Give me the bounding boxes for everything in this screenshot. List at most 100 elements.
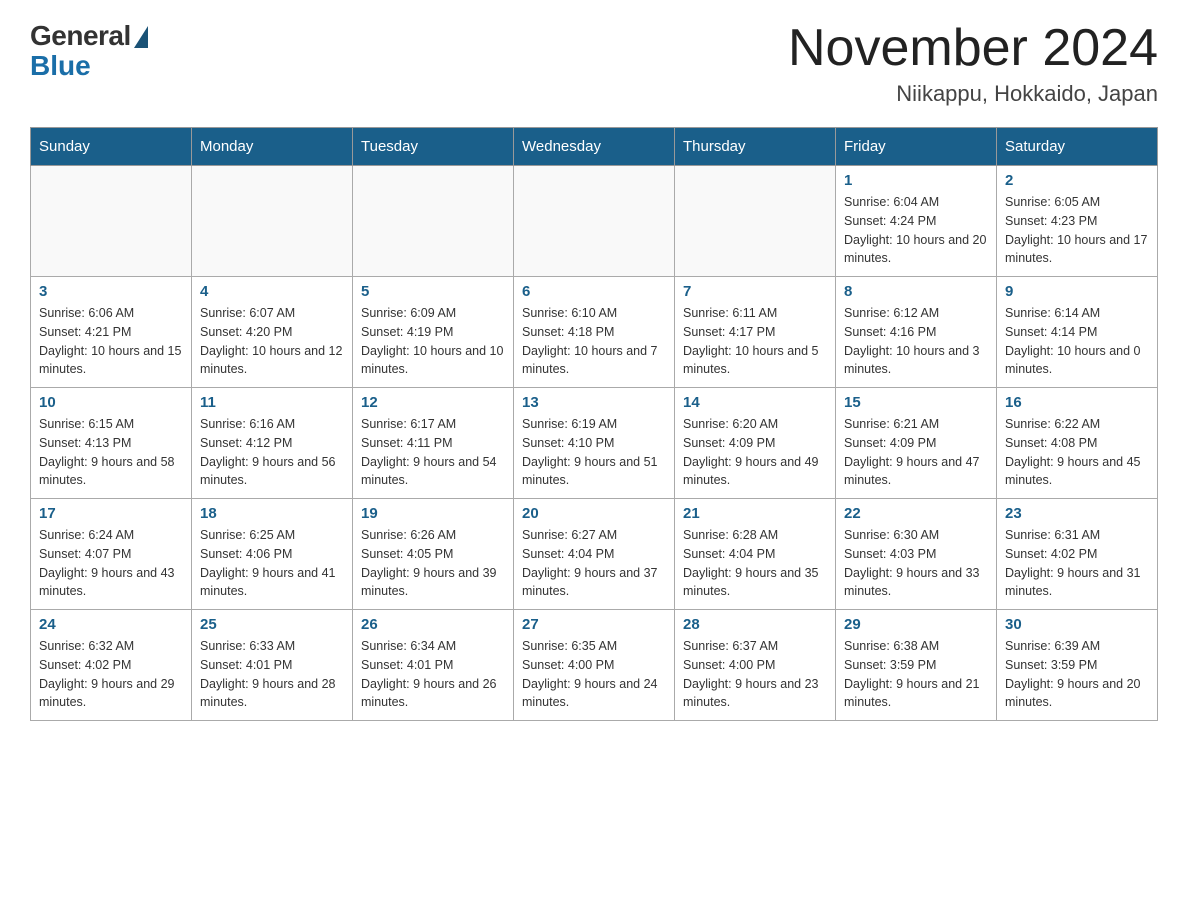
table-cell: 3 Sunrise: 6:06 AMSunset: 4:21 PMDaylight… (31, 277, 192, 388)
day-info: Sunrise: 6:14 AMSunset: 4:14 PMDaylight:… (1005, 304, 1149, 379)
day-info: Sunrise: 6:19 AMSunset: 4:10 PMDaylight:… (522, 415, 666, 490)
day-info: Sunrise: 6:11 AMSunset: 4:17 PMDaylight:… (683, 304, 827, 379)
col-monday: Monday (192, 128, 353, 166)
week-row-3: 10 Sunrise: 6:15 AMSunset: 4:13 PMDayligh… (31, 388, 1158, 499)
day-number: 16 (1005, 394, 1149, 411)
day-number: 18 (200, 505, 344, 522)
col-thursday: Thursday (675, 128, 836, 166)
day-info: Sunrise: 6:25 AMSunset: 4:06 PMDaylight:… (200, 526, 344, 601)
week-row-1: 1 Sunrise: 6:04 AMSunset: 4:24 PMDaylight… (31, 166, 1158, 277)
table-cell: 23 Sunrise: 6:31 AMSunset: 4:02 PMDayligh… (997, 499, 1158, 610)
table-cell: 8 Sunrise: 6:12 AMSunset: 4:16 PMDaylight… (836, 277, 997, 388)
day-number: 1 (844, 172, 988, 189)
table-cell (514, 166, 675, 277)
table-cell: 25Sunrise: 6:33 AMSunset: 4:01 PMDayligh… (192, 610, 353, 721)
table-cell: 24Sunrise: 6:32 AMSunset: 4:02 PMDayligh… (31, 610, 192, 721)
day-number: 12 (361, 394, 505, 411)
day-info: Sunrise: 6:17 AMSunset: 4:11 PMDaylight:… (361, 415, 505, 490)
day-info: Sunrise: 6:24 AMSunset: 4:07 PMDaylight:… (39, 526, 183, 601)
day-number: 3 (39, 283, 183, 300)
day-number: 8 (844, 283, 988, 300)
day-number: 13 (522, 394, 666, 411)
day-number: 17 (39, 505, 183, 522)
day-number: 15 (844, 394, 988, 411)
day-info: Sunrise: 6:26 AMSunset: 4:05 PMDaylight:… (361, 526, 505, 601)
day-number: 11 (200, 394, 344, 411)
logo-blue-text: Blue (30, 52, 91, 80)
week-row-5: 24Sunrise: 6:32 AMSunset: 4:02 PMDayligh… (31, 610, 1158, 721)
col-wednesday: Wednesday (514, 128, 675, 166)
day-info: Sunrise: 6:22 AMSunset: 4:08 PMDaylight:… (1005, 415, 1149, 490)
table-cell: 16 Sunrise: 6:22 AMSunset: 4:08 PMDayligh… (997, 388, 1158, 499)
day-info: Sunrise: 6:38 AMSunset: 3:59 PMDaylight:… (844, 637, 988, 712)
day-number: 25 (200, 616, 344, 633)
day-number: 4 (200, 283, 344, 300)
page-header: General Blue November 2024 Niikappu, Hok… (30, 20, 1158, 107)
logo-triangle-icon (134, 26, 148, 48)
table-cell: 22Sunrise: 6:30 AMSunset: 4:03 PMDayligh… (836, 499, 997, 610)
day-number: 20 (522, 505, 666, 522)
day-info: Sunrise: 6:06 AMSunset: 4:21 PMDaylight:… (39, 304, 183, 379)
day-number: 6 (522, 283, 666, 300)
logo-top: General (30, 20, 148, 52)
day-number: 28 (683, 616, 827, 633)
day-info: Sunrise: 6:12 AMSunset: 4:16 PMDaylight:… (844, 304, 988, 379)
table-cell: 13 Sunrise: 6:19 AMSunset: 4:10 PMDayligh… (514, 388, 675, 499)
table-cell: 26Sunrise: 6:34 AMSunset: 4:01 PMDayligh… (353, 610, 514, 721)
table-cell: 14 Sunrise: 6:20 AMSunset: 4:09 PMDayligh… (675, 388, 836, 499)
table-cell (31, 166, 192, 277)
day-info: Sunrise: 6:10 AMSunset: 4:18 PMDaylight:… (522, 304, 666, 379)
col-tuesday: Tuesday (353, 128, 514, 166)
logo-general-text: General (30, 20, 131, 52)
table-cell: 7 Sunrise: 6:11 AMSunset: 4:17 PMDaylight… (675, 277, 836, 388)
table-cell: 27 Sunrise: 6:35 AMSunset: 4:00 PMDayligh… (514, 610, 675, 721)
col-sunday: Sunday (31, 128, 192, 166)
day-info: Sunrise: 6:31 AMSunset: 4:02 PMDaylight:… (1005, 526, 1149, 601)
table-cell: 12 Sunrise: 6:17 AMSunset: 4:11 PMDayligh… (353, 388, 514, 499)
table-cell: 1 Sunrise: 6:04 AMSunset: 4:24 PMDaylight… (836, 166, 997, 277)
day-info: Sunrise: 6:05 AMSunset: 4:23 PMDaylight:… (1005, 193, 1149, 268)
logo: General Blue (30, 20, 148, 80)
day-info: Sunrise: 6:04 AMSunset: 4:24 PMDaylight:… (844, 193, 988, 268)
day-number: 2 (1005, 172, 1149, 189)
table-cell: 17 Sunrise: 6:24 AMSunset: 4:07 PMDayligh… (31, 499, 192, 610)
day-number: 30 (1005, 616, 1149, 633)
col-saturday: Saturday (997, 128, 1158, 166)
day-number: 7 (683, 283, 827, 300)
day-number: 10 (39, 394, 183, 411)
table-cell: 4 Sunrise: 6:07 AMSunset: 4:20 PMDaylight… (192, 277, 353, 388)
table-cell: 9 Sunrise: 6:14 AMSunset: 4:14 PMDaylight… (997, 277, 1158, 388)
table-cell: 30 Sunrise: 6:39 AMSunset: 3:59 PMDayligh… (997, 610, 1158, 721)
day-info: Sunrise: 6:35 AMSunset: 4:00 PMDaylight:… (522, 637, 666, 712)
title-block: November 2024 Niikappu, Hokkaido, Japan (788, 20, 1158, 107)
table-cell: 21Sunrise: 6:28 AMSunset: 4:04 PMDayligh… (675, 499, 836, 610)
day-number: 23 (1005, 505, 1149, 522)
table-cell: 10 Sunrise: 6:15 AMSunset: 4:13 PMDayligh… (31, 388, 192, 499)
day-info: Sunrise: 6:28 AMSunset: 4:04 PMDaylight:… (683, 526, 827, 601)
table-cell: 15Sunrise: 6:21 AMSunset: 4:09 PMDayligh… (836, 388, 997, 499)
day-number: 19 (361, 505, 505, 522)
day-info: Sunrise: 6:32 AMSunset: 4:02 PMDaylight:… (39, 637, 183, 712)
table-cell (192, 166, 353, 277)
table-cell: 20Sunrise: 6:27 AMSunset: 4:04 PMDayligh… (514, 499, 675, 610)
day-info: Sunrise: 6:20 AMSunset: 4:09 PMDaylight:… (683, 415, 827, 490)
table-cell: 29 Sunrise: 6:38 AMSunset: 3:59 PMDayligh… (836, 610, 997, 721)
table-cell: 28Sunrise: 6:37 AMSunset: 4:00 PMDayligh… (675, 610, 836, 721)
table-cell (675, 166, 836, 277)
day-number: 27 (522, 616, 666, 633)
week-row-2: 3 Sunrise: 6:06 AMSunset: 4:21 PMDaylight… (31, 277, 1158, 388)
table-cell: 18 Sunrise: 6:25 AMSunset: 4:06 PMDayligh… (192, 499, 353, 610)
table-cell (353, 166, 514, 277)
day-number: 14 (683, 394, 827, 411)
day-number: 5 (361, 283, 505, 300)
table-cell: 5Sunrise: 6:09 AMSunset: 4:19 PMDaylight… (353, 277, 514, 388)
calendar-header-row: Sunday Monday Tuesday Wednesday Thursday… (31, 128, 1158, 166)
day-info: Sunrise: 6:39 AMSunset: 3:59 PMDaylight:… (1005, 637, 1149, 712)
day-info: Sunrise: 6:07 AMSunset: 4:20 PMDaylight:… (200, 304, 344, 379)
day-info: Sunrise: 6:16 AMSunset: 4:12 PMDaylight:… (200, 415, 344, 490)
day-info: Sunrise: 6:15 AMSunset: 4:13 PMDaylight:… (39, 415, 183, 490)
col-friday: Friday (836, 128, 997, 166)
day-number: 29 (844, 616, 988, 633)
day-info: Sunrise: 6:30 AMSunset: 4:03 PMDaylight:… (844, 526, 988, 601)
day-number: 9 (1005, 283, 1149, 300)
